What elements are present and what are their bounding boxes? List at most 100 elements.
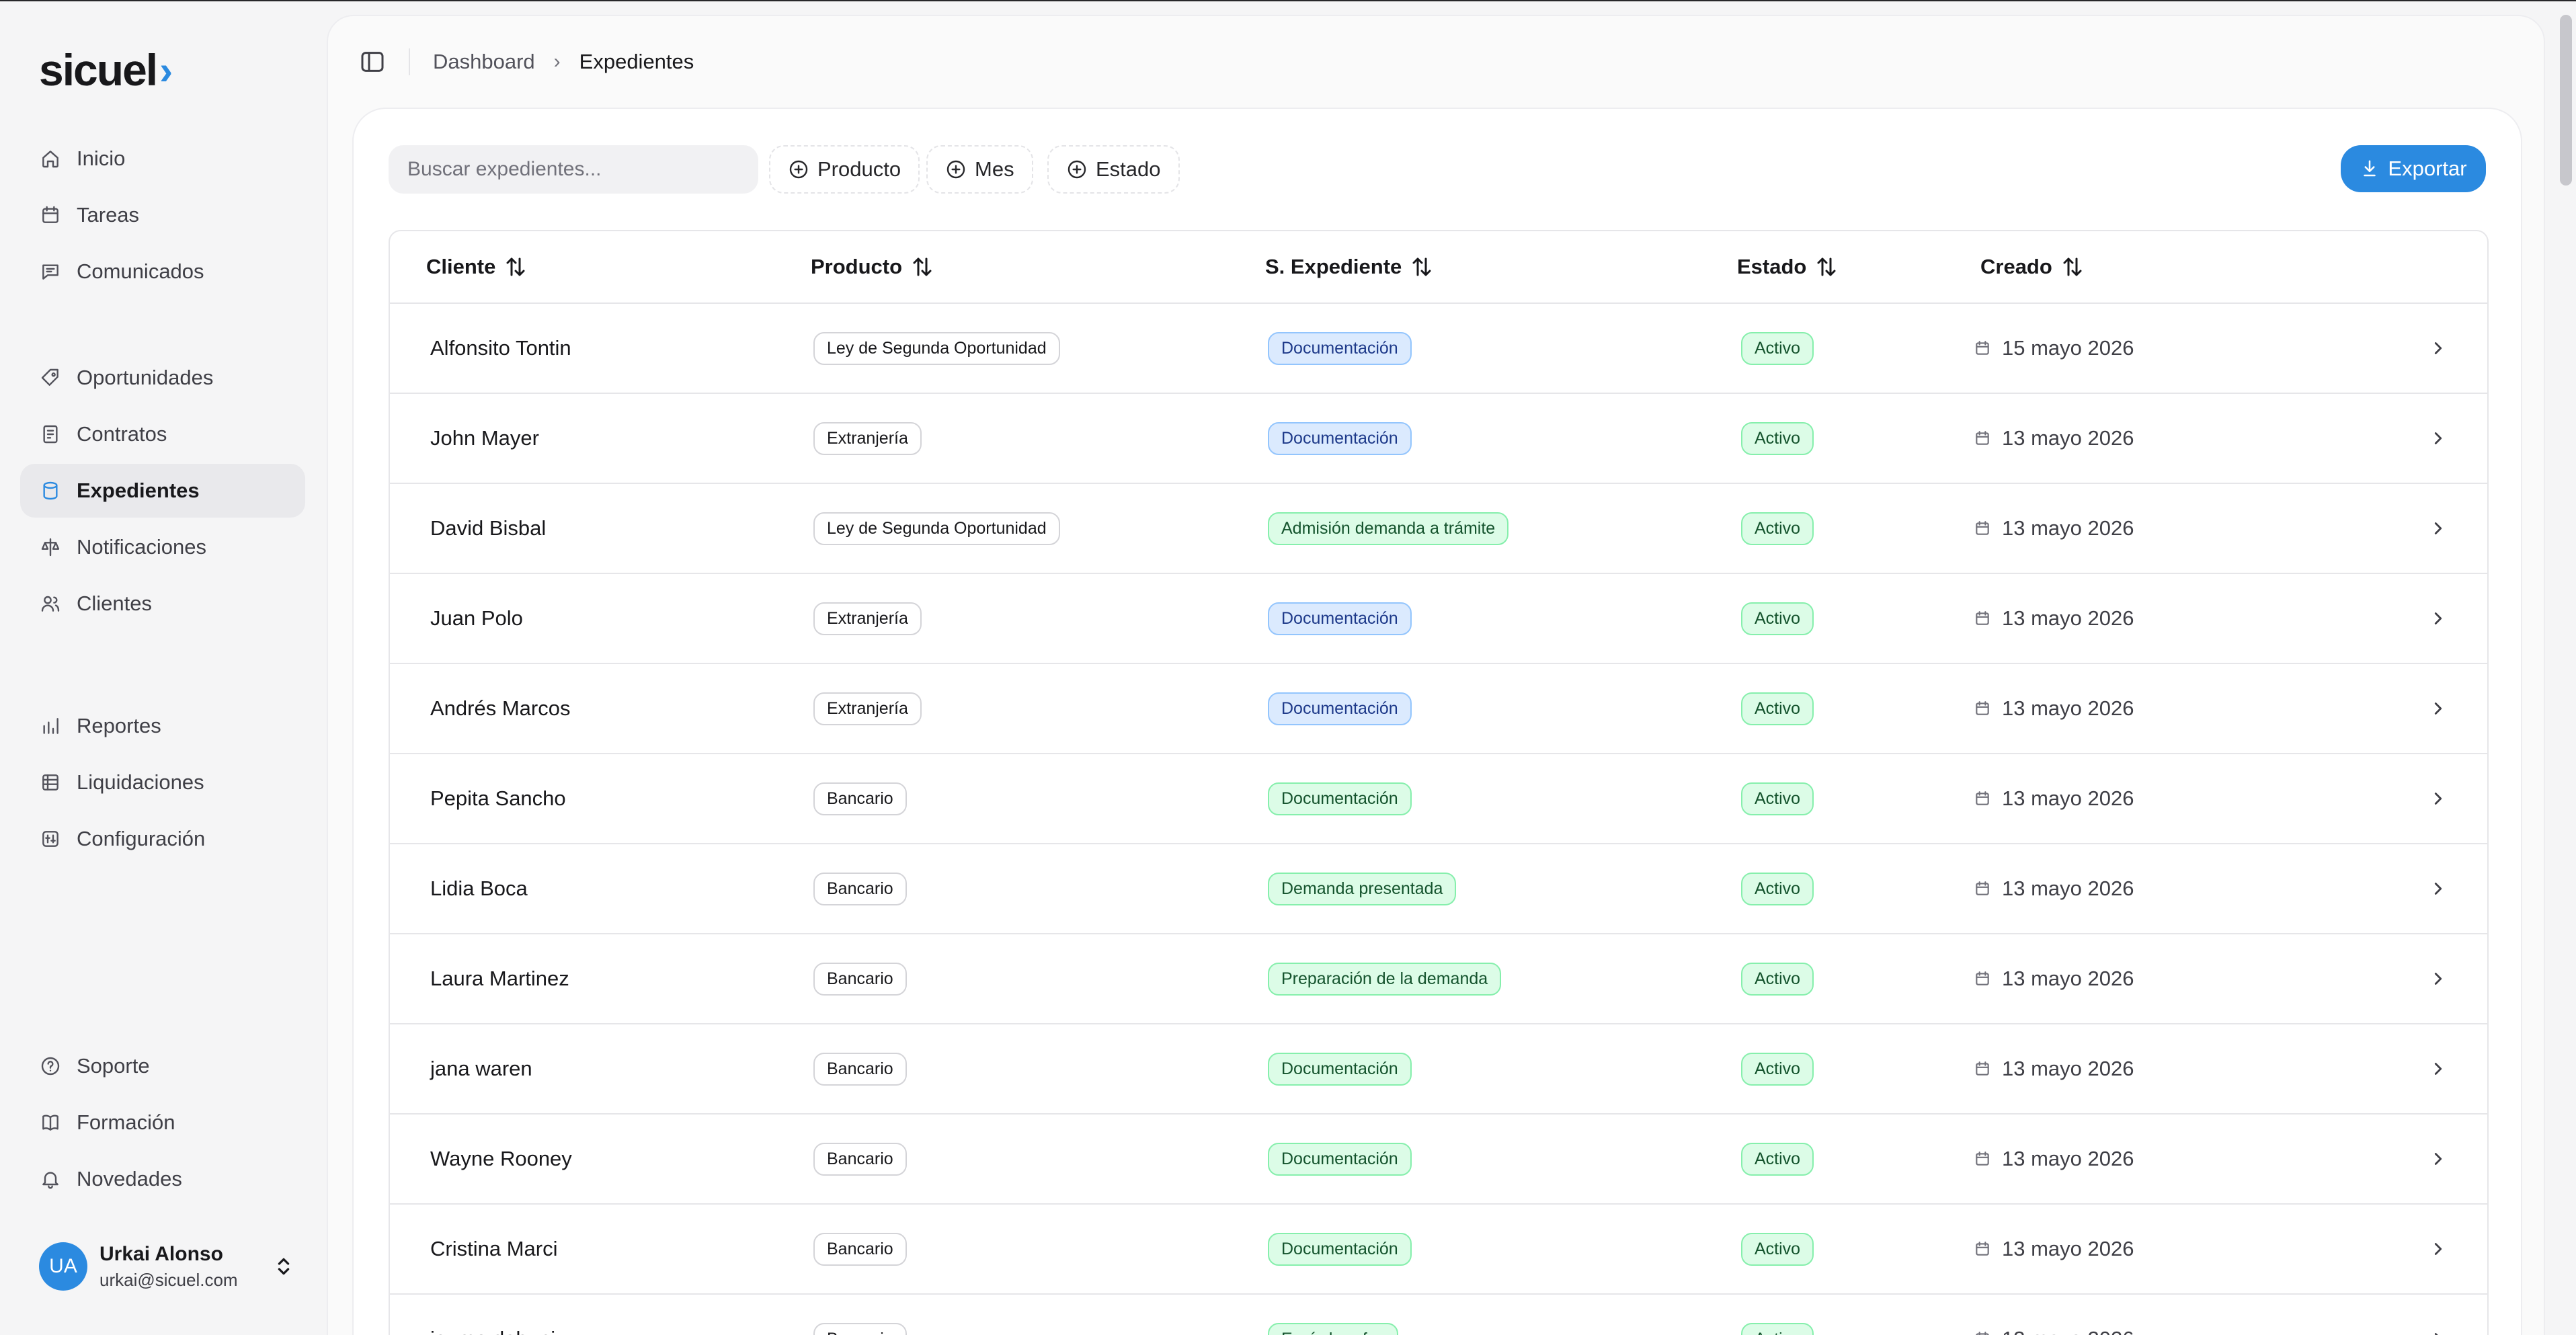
status-badge: Activo <box>1741 1142 1814 1176</box>
sidebar-item-comunicados[interactable]: Comunicados <box>20 245 305 298</box>
sidebar: sicuel › Inicio Tareas Comunicados Oportuni… <box>0 1 327 1335</box>
sidebar-item-reportes[interactable]: Reportes <box>20 699 305 753</box>
status-stage-badge: Documentación <box>1268 1232 1412 1266</box>
nav-group-help: Soporte Formación Novedades <box>20 1039 305 1209</box>
chevron-right-icon[interactable] <box>2428 608 2448 629</box>
filter-estado[interactable]: Estado <box>1047 145 1180 194</box>
created-date: 13 mayo 2026 <box>2002 877 2134 900</box>
sidebar-item-label: Expedientes <box>77 479 200 502</box>
sidebar-item-label: Clientes <box>77 592 152 615</box>
records-card: Producto Mes Estado Exportar Cliente Produc… <box>352 108 2522 1335</box>
sidebar-item-tareas[interactable]: Tareas <box>20 188 305 242</box>
sidebar-item-formacion[interactable]: Formación <box>20 1096 305 1149</box>
sidebar-item-label: Soporte <box>77 1054 150 1078</box>
table-row[interactable]: jana waren Bancario Documentación Activo 13 … <box>390 1024 2487 1115</box>
column-header-cliente[interactable]: Cliente <box>426 231 528 302</box>
calendar-icon <box>1976 1061 1989 1076</box>
status-stage-badge: Documentación <box>1268 602 1412 635</box>
column-header-producto[interactable]: Producto <box>811 231 934 302</box>
filter-producto[interactable]: Producto <box>769 145 920 194</box>
column-header-estado[interactable]: Estado <box>1737 231 1839 302</box>
topbar-divider <box>409 48 410 75</box>
product-badge: Bancario <box>813 1052 907 1086</box>
chevron-right-icon[interactable] <box>2428 879 2448 899</box>
users-icon-glyph <box>41 596 60 612</box>
book-icon <box>39 1111 62 1134</box>
chevron-right-icon[interactable] <box>2428 1329 2448 1335</box>
column-header-creado[interactable]: Creado <box>1980 231 2085 302</box>
user-menu[interactable]: UA Urkai Alonso urkai@sicuel.com <box>39 1242 294 1291</box>
chevron-right-icon[interactable] <box>2428 969 2448 989</box>
bar-chart-icon-glyph <box>43 718 58 734</box>
status-badge: Activo <box>1741 1052 1814 1086</box>
message-icon-glyph <box>42 264 58 280</box>
table-row[interactable]: Alfonsito Tontin Ley de Segunda Oportunid… <box>390 304 2487 394</box>
table-row[interactable]: Lidia Boca Bancario Demanda presentada Acti… <box>390 844 2487 934</box>
table-row[interactable]: Laura Martinez Bancario Preparación de la … <box>390 934 2487 1024</box>
chevrons-up-down-icon[interactable] <box>273 1256 294 1277</box>
table-row[interactable]: John Mayer Extranjería Documentación Activo… <box>390 394 2487 484</box>
product-badge: Bancario <box>813 1142 907 1176</box>
sidebar-item-oportunidades[interactable]: Oportunidades <box>20 351 305 405</box>
database-icon <box>39 771 62 794</box>
sidebar-item-notificaciones[interactable]: Notificaciones <box>20 520 305 574</box>
client-name: John Mayer <box>430 426 539 450</box>
status-badge: Activo <box>1741 692 1814 725</box>
sort-icon <box>2063 257 2082 276</box>
client-name: Juan Polo <box>430 606 523 630</box>
status-stage-badge: Documentación <box>1268 331 1412 365</box>
brand-name: sicuel <box>39 45 158 95</box>
chevron-right-icon[interactable] <box>2428 788 2448 809</box>
created-date: 13 mayo 2026 <box>2002 786 2134 810</box>
tag-icon <box>39 366 62 389</box>
column-header-s-expediente[interactable]: S. Expediente <box>1265 231 1434 302</box>
user-email: urkai@sicuel.com <box>99 1269 238 1290</box>
sidebar-item-expedientes[interactable]: Expedientes <box>20 464 305 518</box>
brand-logo[interactable]: sicuel › <box>39 44 173 95</box>
column-label: Estado <box>1737 255 1807 278</box>
client-name: Andrés Marcos <box>430 696 571 720</box>
table-row[interactable]: Andrés Marcos Extranjería Documentación Act… <box>390 664 2487 754</box>
chevron-right-icon[interactable] <box>2428 338 2448 358</box>
chevron-right-icon[interactable] <box>2428 518 2448 538</box>
column-label: Creado <box>1980 255 2052 278</box>
status-badge: Activo <box>1741 421 1814 455</box>
chevron-right-icon[interactable] <box>2428 428 2448 448</box>
avatar: UA <box>39 1242 87 1291</box>
chevron-right-icon[interactable] <box>2428 1149 2448 1169</box>
sidebar-item-configuracion[interactable]: Configuración <box>20 812 305 866</box>
bell-icon-glyph <box>42 1172 58 1189</box>
table-row[interactable]: Cristina Marci Bancario Documentación Activ… <box>390 1205 2487 1295</box>
breadcrumb-dashboard[interactable]: Dashboard <box>433 50 535 74</box>
records-table: Cliente Producto S. Expediente Estado Creado… <box>389 230 2489 1335</box>
sidebar-item-clientes[interactable]: Clientes <box>20 577 305 631</box>
cylinder-icon-glyph <box>43 481 58 500</box>
table-row[interactable]: Juan Polo Extranjería Documentación Activo 1… <box>390 574 2487 664</box>
filter-mes[interactable]: Mes <box>926 145 1033 194</box>
toolbar: Producto Mes Estado Exportar <box>389 145 2486 195</box>
search-input[interactable] <box>389 145 758 194</box>
settings-icon-glyph <box>42 831 58 847</box>
export-button[interactable]: Exportar <box>2341 145 2486 192</box>
breadcrumb-current: Expedientes <box>579 50 694 73</box>
table-row[interactable]: Pepita Sancho Bancario Documentación Activo… <box>390 754 2487 844</box>
filter-label: Producto <box>817 157 901 181</box>
sidebar-item-soporte[interactable]: Soporte <box>20 1039 305 1093</box>
table-row[interactable]: Wayne Rooney Bancario Documentación Activo 1… <box>390 1115 2487 1205</box>
filter-label: Mes <box>975 157 1014 181</box>
sidebar-toggle-icon[interactable] <box>359 48 386 75</box>
chevron-right-icon[interactable] <box>2428 698 2448 719</box>
sidebar-item-novedades[interactable]: Novedades <box>20 1152 305 1206</box>
sidebar-item-inicio[interactable]: Inicio <box>20 132 305 186</box>
sidebar-item-label: Configuración <box>77 827 206 850</box>
sidebar-item-label: Formación <box>77 1110 175 1134</box>
chevron-right-icon[interactable] <box>2428 1059 2448 1079</box>
table-row[interactable]: jaume dabuni Bancario Envío burofax Activo 1… <box>390 1295 2487 1335</box>
sidebar-item-contratos[interactable]: Contratos <box>20 407 305 461</box>
scrollbar[interactable] <box>2560 15 2572 186</box>
sidebar-item-liquidaciones[interactable]: Liquidaciones <box>20 756 305 809</box>
plus-circle-icon <box>947 160 965 179</box>
chevron-right-icon[interactable] <box>2428 1239 2448 1259</box>
product-badge: Bancario <box>813 1322 907 1335</box>
table-row[interactable]: David Bisbal Ley de Segunda Oportunidad Ad… <box>390 484 2487 574</box>
